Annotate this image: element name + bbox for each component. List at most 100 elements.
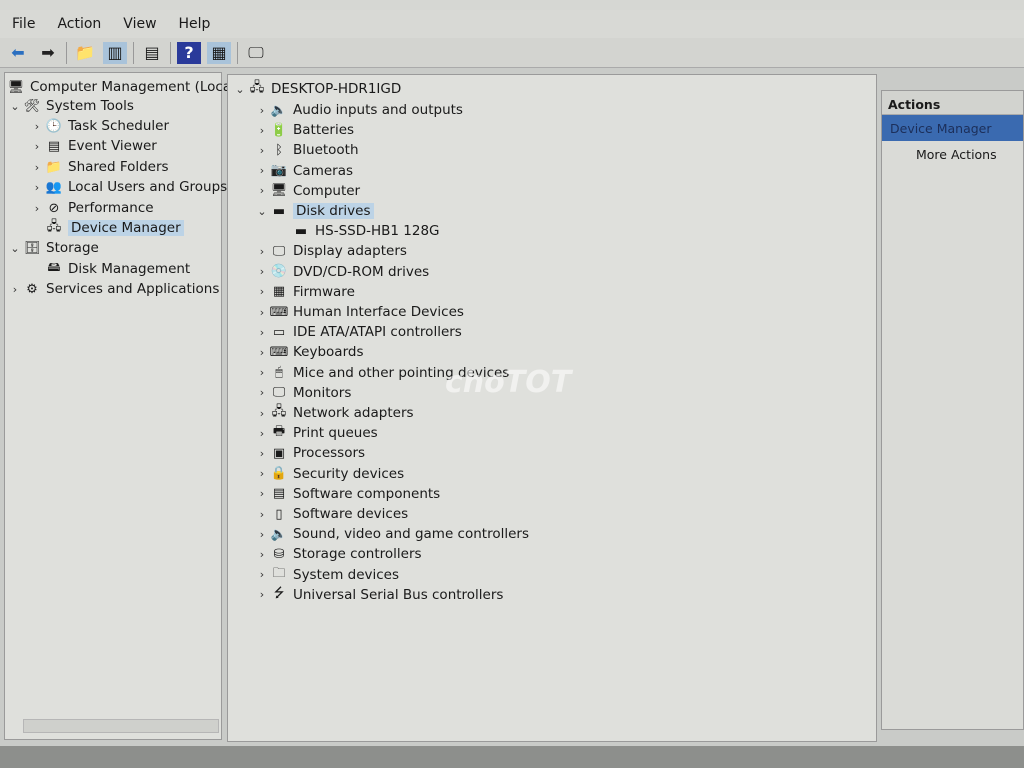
tree-item-label: Software devices bbox=[293, 506, 409, 522]
device-category[interactable]: › 🖶 Print queues bbox=[254, 423, 378, 443]
chevron-right-icon[interactable]: › bbox=[254, 467, 270, 480]
chevron-right-icon[interactable]: › bbox=[254, 386, 270, 399]
actions-section-device-manager[interactable]: Device Manager bbox=[882, 115, 1023, 141]
up-folder-icon[interactable]: 📁 bbox=[73, 42, 97, 64]
device-category[interactable]: › 🔈 Sound, video and game controllers bbox=[254, 524, 529, 544]
tree-item-label: Disk Management bbox=[68, 261, 191, 277]
chevron-right-icon[interactable]: › bbox=[254, 447, 270, 460]
horizontal-scrollbar[interactable] bbox=[23, 719, 219, 733]
chevron-down-icon[interactable]: ⌄ bbox=[7, 100, 23, 113]
device-category[interactable]: › 📷 Cameras bbox=[254, 161, 353, 181]
device-category[interactable]: › 🖵 Display adapters bbox=[254, 241, 407, 261]
chevron-right-icon[interactable]: › bbox=[29, 140, 45, 153]
tree-item-storage[interactable]: ⌄ 🗄 Storage bbox=[7, 238, 99, 258]
forward-arrow-icon[interactable]: ➡ bbox=[36, 42, 60, 64]
device-category[interactable]: › ⭍ Universal Serial Bus controllers bbox=[254, 585, 504, 605]
device-category[interactable]: › 🔈 Audio inputs and outputs bbox=[254, 100, 463, 120]
device-category[interactable]: › ▣ Processors bbox=[254, 443, 365, 463]
menu-help[interactable]: Help bbox=[179, 16, 211, 32]
tree-item-label: Task Scheduler bbox=[68, 118, 170, 134]
chevron-right-icon[interactable]: › bbox=[254, 144, 270, 157]
tree-item-system-tools[interactable]: ⌄ 🛠 System Tools bbox=[7, 96, 134, 116]
properties-icon[interactable]: ▤ bbox=[140, 42, 164, 64]
chevron-down-icon[interactable]: ⌄ bbox=[7, 242, 23, 255]
chevron-right-icon[interactable]: › bbox=[29, 161, 45, 174]
tree-item-computer-management-local[interactable]: 🖥 Computer Management (Local bbox=[0, 77, 235, 97]
chevron-right-icon[interactable]: › bbox=[254, 124, 270, 137]
toolbar-separator bbox=[66, 41, 67, 64]
tree-item-label: DVD/CD-ROM drives bbox=[293, 263, 430, 280]
show-hide-action-pane-icon[interactable]: ▦ bbox=[207, 41, 231, 64]
device-category[interactable]: › 🔒 Security devices bbox=[254, 464, 404, 484]
chevron-right-icon[interactable]: › bbox=[254, 588, 270, 601]
menu-action[interactable]: Action bbox=[57, 16, 101, 32]
tree-item-disk-management[interactable]: 🖴 Disk Management bbox=[29, 259, 190, 279]
tree-item-label: Computer bbox=[293, 182, 361, 199]
device-category[interactable]: › ⛁ Storage controllers bbox=[254, 544, 422, 564]
chevron-right-icon[interactable]: › bbox=[254, 265, 270, 278]
tree-item-label: Storage bbox=[46, 240, 99, 256]
device-category[interactable]: › ▦ Firmware bbox=[254, 282, 355, 302]
tree-item-label: Performance bbox=[68, 200, 154, 216]
chevron-right-icon[interactable]: › bbox=[29, 181, 45, 194]
sound-icon: 🔈 bbox=[270, 526, 288, 542]
device-category[interactable]: › ▭ IDE ATA/ATAPI controllers bbox=[254, 322, 462, 342]
chevron-right-icon[interactable]: › bbox=[254, 326, 270, 339]
tree-item-label: HS-SSD-HB1 128G bbox=[315, 223, 440, 240]
tree-item-event-viewer[interactable]: › ▤ Event Viewer bbox=[29, 136, 157, 156]
chevron-right-icon[interactable]: › bbox=[29, 120, 45, 133]
device-category[interactable]: › 🖵 Monitors bbox=[254, 383, 352, 403]
chevron-right-icon[interactable]: › bbox=[254, 164, 270, 177]
chevron-down-icon[interactable]: ⌄ bbox=[254, 205, 270, 218]
chevron-right-icon[interactable]: › bbox=[7, 283, 23, 296]
menu-file[interactable]: File bbox=[12, 16, 35, 32]
device-item[interactable]: ▬ HS-SSD-HB1 128G bbox=[276, 221, 440, 241]
tree-item-local-users-and-groups[interactable]: › 👥 Local Users and Groups bbox=[29, 177, 227, 197]
chevron-right-icon[interactable]: › bbox=[254, 184, 270, 197]
device-category[interactable]: ⌄ ▬ Disk drives bbox=[254, 201, 374, 221]
back-arrow-icon[interactable]: ⬅ bbox=[6, 42, 30, 64]
chevron-right-icon[interactable]: › bbox=[254, 407, 270, 420]
tree-item-services-and-applications[interactable]: › ⚙ Services and Applications bbox=[7, 279, 220, 299]
chevron-right-icon[interactable]: › bbox=[254, 568, 270, 581]
tree-item-performance[interactable]: › ⊘ Performance bbox=[29, 198, 154, 218]
chevron-right-icon[interactable]: › bbox=[254, 346, 270, 359]
more-actions-link[interactable]: More Actions bbox=[882, 141, 1023, 162]
device-category[interactable]: › ᛒ Bluetooth bbox=[254, 140, 359, 160]
device-category[interactable]: › ▤ Software components bbox=[254, 484, 440, 504]
device-category[interactable]: › 🗀 System devices bbox=[254, 565, 399, 585]
disk-drive-icon: ▬ bbox=[294, 223, 308, 239]
chevron-right-icon[interactable]: › bbox=[254, 528, 270, 541]
chevron-right-icon[interactable]: › bbox=[254, 487, 270, 500]
chevron-right-icon[interactable]: › bbox=[254, 508, 270, 521]
tree-item-task-scheduler[interactable]: › 🕒 Task Scheduler bbox=[29, 116, 169, 136]
show-hide-console-tree-icon[interactable]: ▥ bbox=[103, 41, 127, 64]
device-category[interactable]: › 🖥 Computer bbox=[254, 181, 360, 201]
chevron-right-icon[interactable]: › bbox=[254, 306, 270, 319]
monitor-icon[interactable]: 🖵 bbox=[244, 42, 268, 64]
services-icon: ⚙ bbox=[26, 281, 38, 297]
chevron-down-icon[interactable]: ⌄ bbox=[232, 83, 248, 96]
ide-controller-icon: ▭ bbox=[272, 324, 286, 340]
chevron-right-icon[interactable]: › bbox=[254, 366, 270, 379]
chevron-right-icon[interactable]: › bbox=[254, 548, 270, 561]
chevron-right-icon[interactable]: › bbox=[254, 104, 270, 117]
tree-item-device-manager[interactable]: 🖧 Device Manager bbox=[29, 218, 184, 238]
device-tree-root[interactable]: ⌄ 🖧 DESKTOP-HDR1IGD bbox=[232, 79, 401, 99]
menu-view[interactable]: View bbox=[123, 16, 156, 32]
device-category[interactable]: › ▯ Software devices bbox=[254, 504, 408, 524]
device-tree-pane: ⌄ 🖧 DESKTOP-HDR1IGD › 🔈 Audio inputs and outp… bbox=[227, 74, 877, 742]
device-category[interactable]: › 🖧 Network adapters bbox=[254, 403, 414, 423]
chevron-right-icon[interactable]: › bbox=[254, 245, 270, 258]
chevron-right-icon[interactable]: › bbox=[254, 427, 270, 440]
chevron-right-icon[interactable]: › bbox=[29, 202, 45, 215]
device-category[interactable]: › ⌨ Human Interface Devices bbox=[254, 302, 464, 322]
chevron-right-icon[interactable]: › bbox=[254, 285, 270, 298]
tree-item-shared-folders[interactable]: › 📁 Shared Folders bbox=[29, 157, 169, 177]
shared-folder-icon: 📁 bbox=[45, 159, 63, 175]
tree-item-label: Keyboards bbox=[293, 344, 364, 361]
device-category[interactable]: › 💿 DVD/CD-ROM drives bbox=[254, 262, 429, 282]
device-category[interactable]: › ⌨ Keyboards bbox=[254, 342, 364, 362]
help-icon[interactable]: ? bbox=[177, 41, 201, 64]
device-category[interactable]: › 🔋 Batteries bbox=[254, 120, 354, 140]
